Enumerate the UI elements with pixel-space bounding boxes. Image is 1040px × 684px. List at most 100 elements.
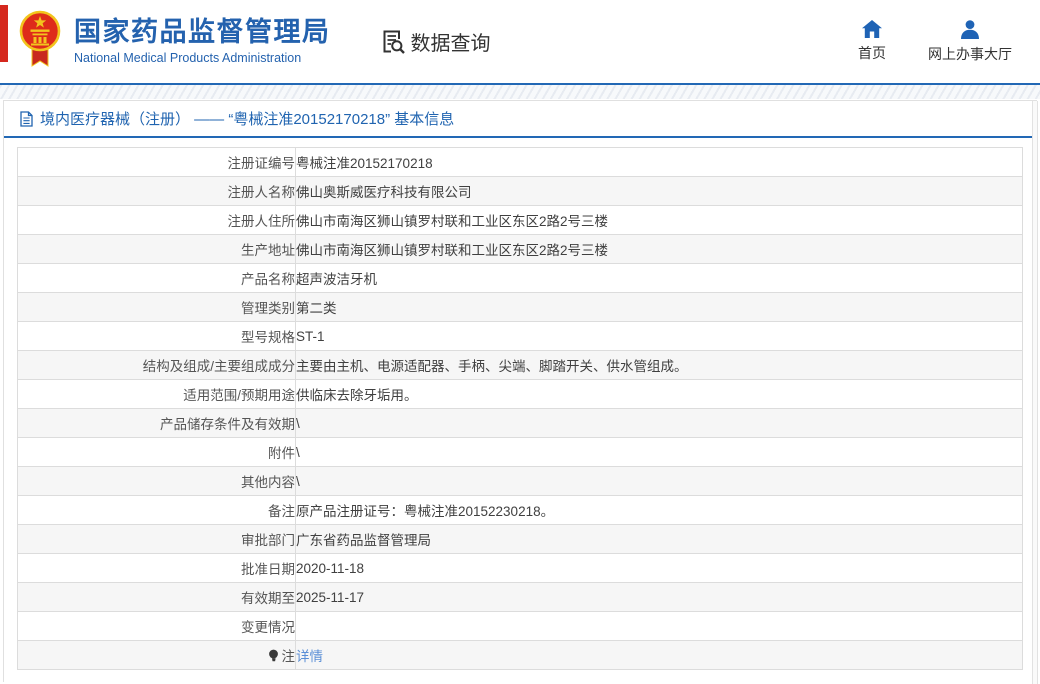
table-row: 管理类别 第二类 xyxy=(17,292,1023,322)
breadcrumb-text: 境内医疗器械（注册） —— “粤械注准20152170218” 基本信息 xyxy=(40,111,455,128)
row-value-text: 佛山市南海区狮山镇罗村联和工业区东区2路2号三楼 xyxy=(296,243,609,258)
row-value-text: \ xyxy=(296,415,300,431)
row-value-text: 2020-11-18 xyxy=(296,560,365,576)
row-value-text: 超声波洁牙机 xyxy=(296,272,377,287)
row-label-text: 适用范围/预期用途 xyxy=(183,388,295,403)
nav-online-hall[interactable]: 网上办事大厅 xyxy=(928,19,1012,64)
row-value: 佛山市南海区狮山镇罗村联和工业区东区2路2号三楼 xyxy=(295,234,1023,264)
row-value: 2020-11-18 xyxy=(295,553,1023,583)
nav-home-label: 首页 xyxy=(858,44,886,61)
table-row: 产品储存条件及有效期 \ xyxy=(17,408,1023,438)
row-value: 主要由主机、电源适配器、手柄、尖端、脚踏开关、供水管组成。 xyxy=(295,350,1023,380)
table-row: 批准日期 2020-11-18 xyxy=(17,553,1023,583)
row-label-text: 管理类别 xyxy=(241,301,295,316)
row-value-text: 主要由主机、电源适配器、手柄、尖端、脚踏开关、供水管组成。 xyxy=(296,359,688,374)
table-row: 产品名称 超声波洁牙机 xyxy=(17,263,1023,293)
national-emblem-logo xyxy=(18,10,62,74)
row-value: 供临床去除牙垢用。 xyxy=(295,379,1023,409)
table-row: 型号规格 ST-1 xyxy=(17,321,1023,351)
row-value: 详情 xyxy=(295,640,1023,670)
row-label-text: 其他内容 xyxy=(241,475,295,490)
row-label-text: 注册人名称 xyxy=(227,185,296,200)
row-label: 注 xyxy=(17,640,296,670)
row-value: \ xyxy=(295,408,1023,438)
row-value-text: 2025-11-17 xyxy=(296,589,365,605)
row-label-text: 注册人住所 xyxy=(227,214,296,229)
row-value: \ xyxy=(295,466,1023,496)
nav-online-hall-label: 网上办事大厅 xyxy=(928,45,1012,62)
row-value: 2025-11-17 xyxy=(295,582,1023,612)
row-label: 型号规格 xyxy=(17,321,296,351)
row-value-text: 供临床去除牙垢用。 xyxy=(296,388,418,403)
data-query-icon xyxy=(383,30,405,54)
red-ribbon-decoration xyxy=(0,5,8,62)
row-value: \ xyxy=(295,437,1023,467)
row-label: 产品储存条件及有效期 xyxy=(17,408,296,438)
table-row: 审批部门 广东省药品监督管理局 xyxy=(17,524,1023,554)
row-label: 批准日期 xyxy=(17,553,296,583)
row-label-text: 有效期至 xyxy=(241,591,295,606)
national-emblem-icon xyxy=(19,10,61,67)
table-row: 结构及组成/主要组成成分 主要由主机、电源适配器、手柄、尖端、脚踏开关、供水管组成… xyxy=(17,350,1023,380)
row-value-text: ST-1 xyxy=(296,328,325,344)
table-row: 注册人住所 佛山市南海区狮山镇罗村联和工业区东区2路2号三楼 xyxy=(17,205,1023,235)
row-value xyxy=(295,611,1023,641)
row-label: 有效期至 xyxy=(17,582,296,612)
user-icon xyxy=(961,19,979,39)
table-row: 有效期至 2025-11-17 xyxy=(17,582,1023,612)
row-label: 结构及组成/主要组成成分 xyxy=(17,350,296,380)
row-label: 审批部门 xyxy=(17,524,296,554)
details-link[interactable]: 详情 xyxy=(296,649,323,664)
row-value-text: \ xyxy=(296,444,300,460)
table-row: 注详情 xyxy=(17,640,1023,670)
row-value: 佛山市南海区狮山镇罗村联和工业区东区2路2号三楼 xyxy=(295,205,1023,235)
row-label: 注册证编号 xyxy=(17,147,296,177)
registration-info-table: 注册证编号 粤械注准20152170218 注册人名称 佛山奥斯威医疗科技有限公司 注册… xyxy=(17,147,1023,670)
row-value-text: \ xyxy=(296,473,300,489)
row-label-text: 型号规格 xyxy=(241,330,295,345)
row-label-text: 备注 xyxy=(268,504,295,519)
info-table-body: 注册证编号 粤械注准20152170218 注册人名称 佛山奥斯威医疗科技有限公司 注册… xyxy=(17,147,1023,670)
row-label-text: 变更情况 xyxy=(241,620,295,635)
table-row: 变更情况 xyxy=(17,611,1023,641)
row-value-text: 粤械注准20152170218 xyxy=(296,156,433,171)
org-title-cn: 国家药品监督管理局 xyxy=(74,17,331,48)
row-value-text: 原产品注册证号：粤械注准20152230218。 xyxy=(296,504,555,519)
row-value-text: 第二类 xyxy=(296,301,337,316)
row-label-text: 批准日期 xyxy=(241,562,295,577)
breadcrumb: 境内医疗器械（注册） —— “粤械注准20152170218” 基本信息 xyxy=(4,101,1036,138)
row-label: 注册人住所 xyxy=(17,205,296,235)
nav-home[interactable]: 首页 xyxy=(858,19,886,64)
content-panel: 境内医疗器械（注册） —— “粤械注准20152170218” 基本信息 注册证… xyxy=(3,100,1037,682)
row-label: 备注 xyxy=(17,495,296,525)
row-value-text: 佛山奥斯威医疗科技有限公司 xyxy=(296,185,472,200)
table-row: 适用范围/预期用途 供临床去除牙垢用。 xyxy=(17,379,1023,409)
row-value-text: 佛山市南海区狮山镇罗村联和工业区东区2路2号三楼 xyxy=(296,214,609,229)
row-label: 附件 xyxy=(17,437,296,467)
row-label: 注册人名称 xyxy=(17,176,296,206)
row-label: 变更情况 xyxy=(17,611,296,641)
site-header: 国家药品监督管理局 National Medical Products Admi… xyxy=(0,0,1040,85)
row-label-text: 注册证编号 xyxy=(227,156,296,171)
table-row: 其他内容 \ xyxy=(17,466,1023,496)
row-value: 佛山奥斯威医疗科技有限公司 xyxy=(295,176,1023,206)
row-label: 适用范围/预期用途 xyxy=(17,379,296,409)
registration-info-table-wrap: 注册证编号 粤械注准20152170218 注册人名称 佛山奥斯威医疗科技有限公司 注册… xyxy=(17,147,1023,670)
scrollbar-track[interactable] xyxy=(1032,101,1038,684)
home-icon xyxy=(862,19,882,38)
table-row: 注册证编号 粤械注准20152170218 xyxy=(17,147,1023,177)
row-label: 管理类别 xyxy=(17,292,296,322)
row-value: 超声波洁牙机 xyxy=(295,263,1023,293)
table-row: 附件 \ xyxy=(17,437,1023,467)
data-query-label: 数据查询 xyxy=(410,33,491,55)
row-value: 原产品注册证号：粤械注准20152230218。 xyxy=(295,495,1023,525)
row-label: 生产地址 xyxy=(17,234,296,264)
row-value: 广东省药品监督管理局 xyxy=(295,524,1023,554)
row-value-text: 广东省药品监督管理局 xyxy=(296,533,431,548)
hatched-separator xyxy=(0,85,1040,99)
row-label: 其他内容 xyxy=(17,466,296,496)
table-row: 备注 原产品注册证号：粤械注准20152230218。 xyxy=(17,495,1023,525)
header-nav: 首页 网上办事大厅 xyxy=(858,19,1040,64)
row-label-text: 注 xyxy=(281,649,296,664)
data-query-nav[interactable]: 数据查询 xyxy=(379,27,491,56)
